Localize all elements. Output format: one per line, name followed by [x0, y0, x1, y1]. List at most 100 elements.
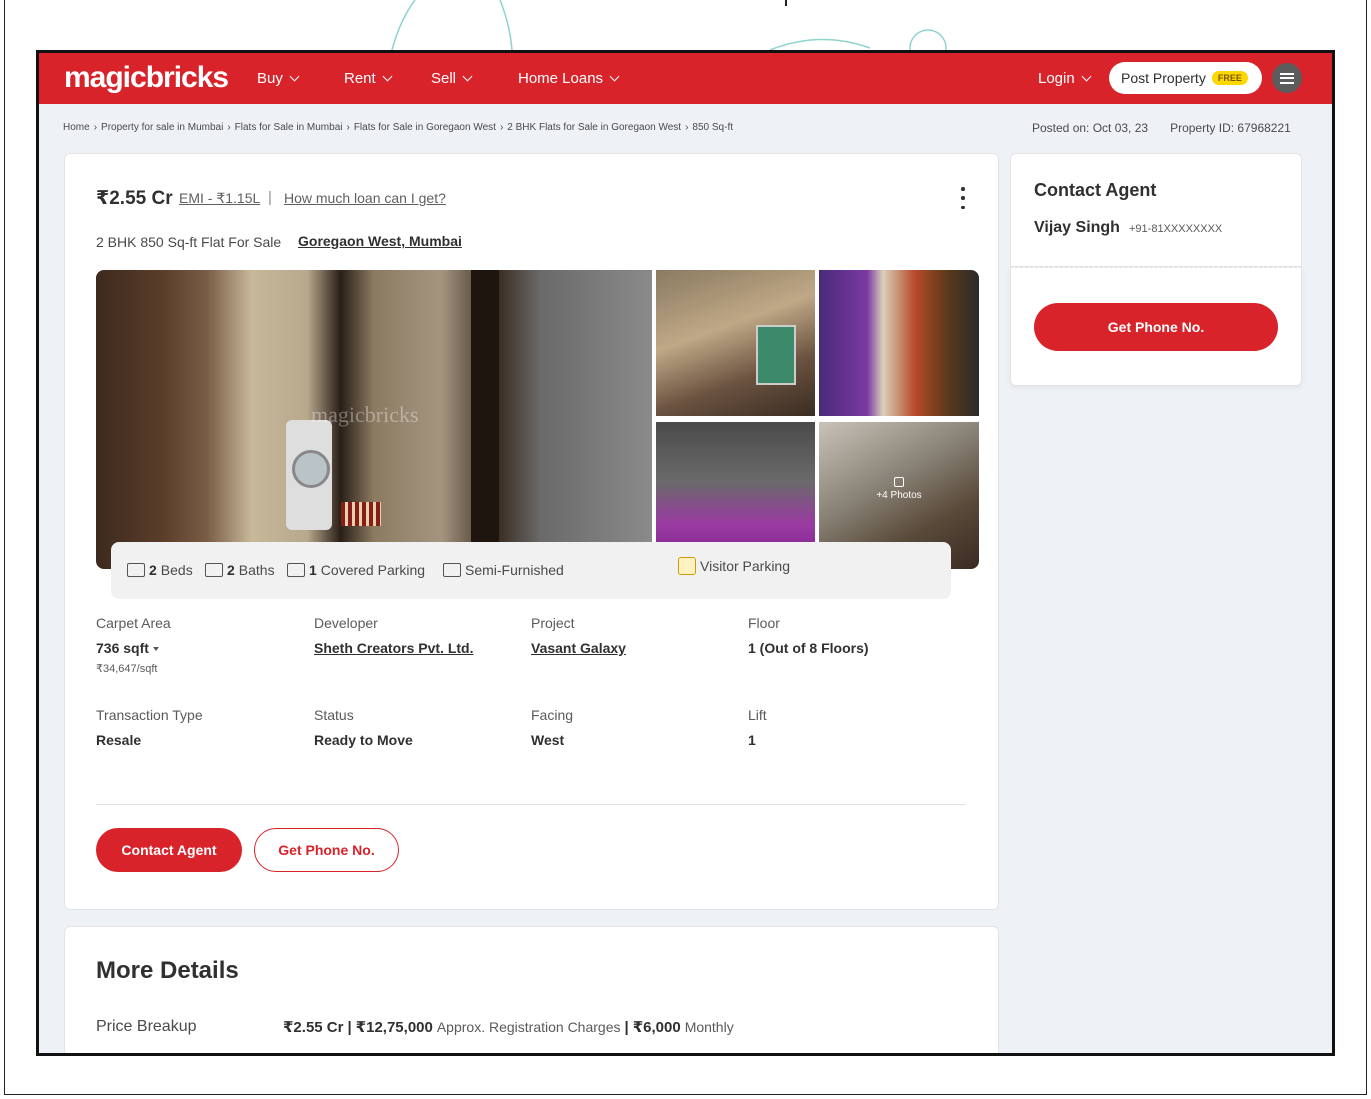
facing-value: West [531, 732, 565, 748]
contact-agent-title: Contact Agent [1034, 180, 1157, 200]
posted-on: Posted on: Oct 03, 23 [1032, 121, 1149, 135]
nav-home-loans-label: Home Loans [518, 70, 604, 87]
beds-count: 2 [149, 562, 157, 578]
floor-value: 1 (Out of 8 Floors) [748, 640, 869, 656]
chevron-down-icon [289, 71, 300, 82]
login-label: Login [1038, 70, 1075, 87]
furnishing-summary: Semi-Furnished [443, 562, 564, 578]
registration-charges: ₹12,75,000 [355, 1019, 433, 1036]
property-subtitle: 2 BHK 850 Sq-ft Flat For Sale [96, 234, 282, 250]
image-icon [894, 477, 904, 487]
breadcrumb-current: 850 Sq-ft [692, 122, 734, 133]
breadcrumb-link[interactable]: 2 BHK Flats for Sale in Goregaon West [507, 122, 681, 133]
loan-eligibility-link[interactable]: How much loan can I get? [284, 190, 446, 206]
contact-agent-action-card: Get Phone No. [1010, 267, 1302, 386]
thumbnail-photo[interactable] [819, 270, 979, 416]
lift-value: 1 [748, 732, 756, 748]
beds-summary: 2 Beds [127, 562, 193, 578]
sidebar-get-phone-button[interactable]: Get Phone No. [1034, 303, 1278, 351]
more-options-icon[interactable] [960, 187, 966, 209]
bathtub-icon [205, 563, 223, 577]
nav-sell[interactable]: Sell [431, 70, 473, 87]
facing-label: Facing [531, 707, 574, 723]
breadcrumb-link[interactable]: Flats for Sale in Goregaon West [354, 122, 496, 133]
door-shape [471, 270, 499, 569]
top-navbar: magicbricks Buy Rent Sell Home Loans Log… [39, 53, 1332, 104]
breadcrumb-link[interactable]: Home [63, 122, 90, 133]
hamburger-icon [1280, 72, 1294, 84]
parking-summary: 1 Covered Parking [287, 562, 425, 578]
car-icon [287, 563, 305, 577]
agent-name: Vijay Singh [1034, 219, 1120, 236]
chevron-down-icon [382, 71, 393, 82]
nav-buy-label: Buy [257, 70, 283, 87]
carpet-area-value[interactable]: 736 sqft [96, 640, 159, 656]
property-summary-card: ₹2.55 Cr EMI - ₹1.15L | How much loan ca… [64, 153, 999, 910]
property-id: Property ID: 67968221 [1170, 121, 1291, 135]
breakup-separator: | [347, 1019, 352, 1036]
baths-label: Baths [238, 562, 275, 578]
more-photos-overlay: +4 Photos [819, 477, 979, 501]
price-separator: | [268, 189, 272, 206]
visitor-parking-icon [678, 557, 696, 575]
nav-buy[interactable]: Buy [257, 70, 300, 87]
project-link[interactable]: Vasant Galaxy [531, 640, 626, 656]
breadcrumb-separator: › [685, 122, 689, 133]
developer-link[interactable]: Sheth Creators Pvt. Ltd. [314, 640, 473, 656]
price-breakup-label: Price Breakup [96, 1018, 197, 1035]
photo-watermark: magicbricks [311, 402, 419, 427]
nav-sell-label: Sell [431, 70, 457, 87]
more-details-title: More Details [96, 957, 239, 984]
baths-count: 2 [227, 562, 235, 578]
listing-meta: Posted on: Oct 03, 23 Property ID: 67968… [1032, 121, 1291, 135]
washing-machine-shape [286, 420, 332, 530]
login-button[interactable]: Login [1038, 70, 1092, 87]
get-phone-button[interactable]: Get Phone No. [254, 828, 399, 872]
window-shape [756, 325, 796, 385]
chevron-down-icon [1081, 71, 1092, 82]
amenities-bar: 2 Beds 2 Baths 1 Covered Parking Semi-Fu… [111, 542, 951, 599]
thumbnail-photo[interactable] [656, 270, 815, 416]
nav-rent[interactable]: Rent [344, 70, 393, 87]
nav-rent-label: Rent [344, 70, 376, 87]
magicbricks-logo[interactable]: magicbricks [64, 61, 229, 95]
status-label: Status [314, 707, 354, 723]
rug-shape [341, 502, 381, 526]
wardrobe-icon [443, 563, 461, 577]
chevron-down-icon [609, 71, 620, 82]
transaction-type-value: Resale [96, 732, 142, 748]
emi-link[interactable]: EMI - ₹1.15L [179, 190, 260, 207]
more-photos-label: +4 Photos [876, 490, 922, 501]
breadcrumb-separator: › [93, 122, 98, 133]
furnishing-label: Semi-Furnished [465, 562, 564, 578]
baths-summary: 2 Baths [205, 562, 275, 578]
breadcrumb-link[interactable]: Property for sale in Mumbai [101, 122, 223, 133]
floor-label: Floor [748, 615, 780, 631]
registration-label: Approx. Registration Charges [436, 1019, 621, 1035]
caret-down-icon [152, 647, 159, 652]
hamburger-menu-button[interactable] [1272, 63, 1302, 93]
lift-label: Lift [748, 707, 767, 723]
breadcrumb-separator: › [346, 122, 350, 133]
nav-home-loans[interactable]: Home Loans [518, 70, 620, 87]
project-label: Project [531, 615, 575, 631]
locality-link[interactable]: Goregaon West, Mumbai [298, 233, 462, 249]
bed-icon [127, 563, 145, 577]
breakup-price: ₹2.55 Cr [283, 1019, 344, 1036]
carpet-area-value-text: 736 sqft [96, 640, 149, 656]
property-price: ₹2.55 Cr [96, 188, 173, 209]
photo-gallery[interactable]: magicbricks +4 Photos [96, 270, 979, 569]
visitor-parking-summary: Visitor Parking [678, 557, 790, 575]
frame-tick [785, 0, 787, 6]
price-per-sqft: ₹34,647/sqft [96, 663, 158, 675]
post-property-button[interactable]: Post Property FREE [1109, 62, 1262, 94]
agent-phone-masked: +91-81XXXXXXXX [1129, 223, 1223, 235]
main-photo[interactable]: magicbricks [96, 270, 652, 569]
breakup-separator: | [624, 1019, 629, 1036]
breadcrumb-link[interactable]: Flats for Sale in Mumbai [235, 122, 343, 133]
status-value: Ready to Move [314, 732, 413, 748]
parking-count: 1 [309, 562, 317, 578]
chevron-down-icon [462, 71, 473, 82]
contact-agent-button[interactable]: Contact Agent [96, 828, 242, 872]
contact-agent-card: Contact Agent Vijay Singh +91-81XXXXXXXX [1010, 153, 1302, 267]
